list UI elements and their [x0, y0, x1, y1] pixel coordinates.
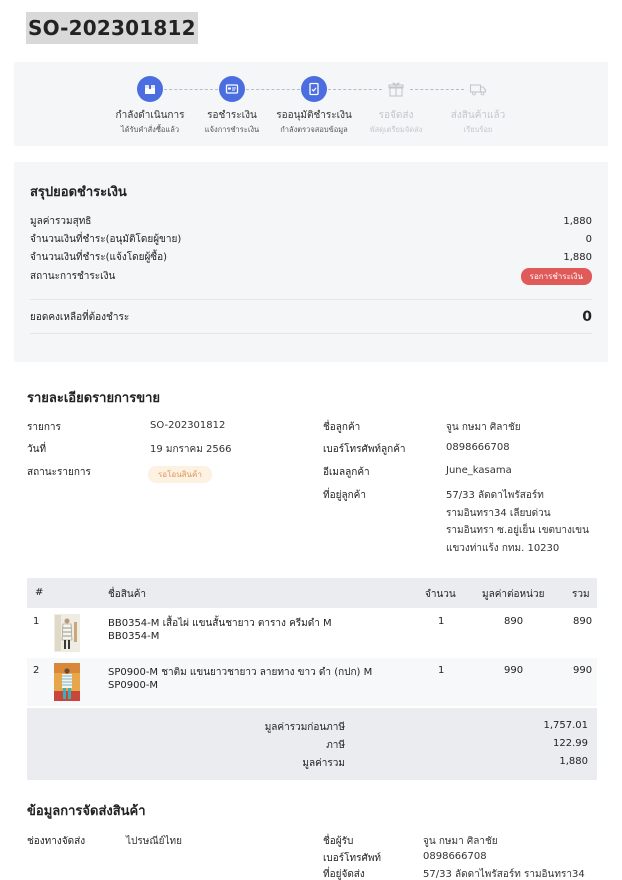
shipping-address-label: ที่อยู่จัดส่ง — [323, 869, 365, 880]
customer-address-line: รามอินทรา ซ.อยู่เย็น เขตบางเขน — [446, 525, 589, 536]
card-icon — [219, 76, 245, 102]
balance-label: ยอดคงเหลือที่ต้องชำระ — [30, 311, 130, 323]
customer-phone-label: เบอร์โทรศัพท์ลูกค้า — [323, 444, 406, 455]
grand-total-label: มูลค่ารวม — [302, 758, 345, 769]
customer-phone-value: 0898666708 — [446, 442, 510, 453]
payment-summary-title: สรุปยอดชำระเงิน — [30, 185, 127, 200]
gift-icon — [383, 76, 409, 102]
recipient-value: จูน กษมา ศิลาชัย — [423, 836, 498, 847]
item-qty: 1 — [438, 665, 445, 676]
order-value: SO-202301812 — [150, 420, 226, 431]
shipping-channel-label: ช่องทางจัดส่ง — [27, 836, 86, 847]
subtotal-value: 1,757.01 — [543, 720, 588, 731]
progress-step-processing: กำลังดำเนินการ ได้รับคำสั่งซื้อแล้ว — [105, 76, 195, 136]
summary-value: 1,880 — [563, 215, 592, 227]
order-status-label: สถานะรายการ — [27, 467, 91, 478]
item-num: 1 — [33, 616, 40, 627]
balance-value: 0 — [582, 309, 592, 325]
customer-email-value: June_kasama — [446, 465, 512, 476]
order-label: รายการ — [27, 422, 61, 433]
payment-status-badge: รอการชำระเงิน — [520, 267, 592, 285]
product-thumbnail — [54, 663, 80, 701]
summary-label: สถานะการชำระเงิน — [30, 270, 116, 282]
step-sublabel: กำลังตรวจสอบข้อมูล — [280, 125, 348, 134]
step-label: รอจัดส่ง — [378, 110, 414, 121]
summary-value: 0 — [585, 233, 592, 245]
step-sublabel: ได้รับคำสั่งซื้อแล้ว — [120, 125, 180, 134]
order-id-title: SO-202301812 — [26, 12, 198, 44]
col-header-num: # — [35, 587, 44, 598]
customer-name-label: ชื่อลูกค้า — [323, 422, 361, 433]
summary-label: จำนวนเงินที่ชำระ(อนุมัติโดยผู้ขาย) — [30, 233, 182, 245]
item-unit-price: 890 — [504, 616, 524, 627]
customer-address-line: รามอินทรา34 เลียบด่วน — [446, 508, 551, 519]
item-qty: 1 — [438, 616, 445, 627]
item-total: 990 — [573, 665, 593, 676]
item-total: 890 — [573, 616, 593, 627]
document-check-icon — [301, 76, 327, 102]
step-sublabel: เรียบร้อย — [463, 125, 493, 134]
col-header-name: ชื่อสินค้า — [108, 589, 147, 600]
tax-value: 122.99 — [553, 738, 588, 749]
summary-row-net-total: มูลค่ารวมสุทธิ 1,880 — [30, 213, 592, 229]
step-sublabel: พัสดุเตรียมจัดส่ง — [369, 125, 423, 134]
shipping-address-value: 57/33 ลัดดาไพรัสอร์ท รามอินทรา34 — [423, 869, 585, 880]
progress-step-awaiting-approval: รออนุมัติชำระเงิน กำลังตรวจสอบข้อมูล — [269, 76, 359, 136]
item-name: BB0354-M เสื้อไผ่ แขนสั้นชายาว ตาราง ครี… — [108, 618, 332, 629]
summary-value: 1,880 — [563, 251, 592, 263]
product-thumbnail — [54, 614, 80, 652]
divider — [30, 333, 592, 334]
payment-summary-panel: สรุปยอดชำระเงิน มูลค่ารวมสุทธิ 1,880 จำน… — [14, 162, 608, 362]
table-row[interactable]: 2 SP0900-M ชาติม แขนยาวชายาว ลายทาง ขาว … — [27, 658, 597, 706]
summary-row-approved-paid: จำนวนเงินที่ชำระ(อนุมัติโดยผู้ขาย) 0 — [30, 231, 592, 247]
divider — [30, 299, 592, 300]
summary-label: มูลค่ารวมสุทธิ — [30, 215, 92, 227]
order-progress: กำลังดำเนินการ ได้รับคำสั่งซื้อแล้ว รอชำ… — [14, 62, 608, 146]
col-header-unit-price: มูลค่าต่อหน่วย — [482, 589, 545, 600]
order-details-title: รายละเอียดรายการขาย — [27, 391, 161, 406]
grand-total-value: 1,880 — [559, 756, 588, 767]
items-totals: มูลค่ารวมก่อนภาษี 1,757.01 ภาษี 122.99 ม… — [27, 708, 597, 780]
customer-address-line: 57/33 ลัดดาไพรัสอร์ท — [446, 490, 544, 501]
step-label: รอชำระเงิน — [207, 110, 257, 121]
recipient-label: ชื่อผู้รับ — [323, 836, 354, 847]
subtotal-label: มูลค่ารวมก่อนภาษี — [264, 722, 345, 733]
customer-email-label: อีเมลลูกค้า — [323, 467, 370, 478]
item-name: SP0900-M ชาติม แขนยาวชายาว ลายทาง ขาว ดำ… — [108, 667, 373, 678]
truck-icon — [465, 76, 491, 102]
summary-row-payment-status: สถานะการชำระเงิน รอการชำระเงิน — [30, 267, 592, 285]
customer-address-line: แขวงท่าแร้ง กทม. 10230 — [446, 543, 560, 554]
item-num: 2 — [33, 665, 40, 676]
tax-label: ภาษี — [326, 740, 345, 751]
shipping-title: ข้อมูลการจัดส่งสินค้า — [27, 804, 146, 819]
date-label: วันที่ — [27, 444, 47, 455]
progress-step-awaiting-shipping: รอจัดส่ง พัสดุเตรียมจัดส่ง — [351, 76, 441, 136]
item-unit-price: 990 — [504, 665, 524, 676]
step-label: ส่งสินค้าแล้ว — [450, 110, 506, 121]
item-sku: SP0900-M — [108, 680, 159, 691]
progress-step-awaiting-payment: รอชำระเงิน แจ้งการชำระเงิน — [187, 76, 277, 136]
recipient-phone-label: เบอร์โทรศัพท์ — [323, 853, 382, 864]
items-table-header: # ชื่อสินค้า จำนวน มูลค่าต่อหน่วย รวม — [27, 578, 597, 608]
shipping-channel-value: ไปรษณีย์ไทย — [126, 836, 182, 847]
date-value: 19 มกราคม 2566 — [150, 444, 232, 455]
customer-address-label: ที่อยู่ลูกค้า — [323, 490, 366, 501]
progress-step-shipped: ส่งสินค้าแล้ว เรียบร้อย — [433, 76, 523, 136]
order-status-badge: รอโอนสินค้า — [148, 466, 212, 483]
col-header-total: รวม — [572, 589, 590, 600]
summary-label: จำนวนเงินที่ชำระ(แจ้งโดยผู้ซื้อ) — [30, 251, 168, 263]
col-header-qty: จำนวน — [425, 589, 456, 600]
step-label: รออนุมัติชำระเงิน — [276, 110, 352, 121]
box-icon — [137, 76, 163, 102]
recipient-phone-value: 0898666708 — [423, 851, 487, 862]
customer-name-value: จูน กษมา ศิลาชัย — [446, 422, 521, 433]
summary-row-balance: ยอดคงเหลือที่ต้องชำระ 0 — [30, 307, 592, 327]
step-sublabel: แจ้งการชำระเงิน — [204, 125, 260, 134]
step-label: กำลังดำเนินการ — [115, 110, 185, 121]
summary-row-buyer-paid: จำนวนเงินที่ชำระ(แจ้งโดยผู้ซื้อ) 1,880 — [30, 249, 592, 265]
table-row[interactable]: 1 BB0354-M เสื้อไผ่ แขนสั้นชายาว ตาราง ค… — [27, 610, 597, 658]
item-sku: BB0354-M — [108, 631, 160, 642]
